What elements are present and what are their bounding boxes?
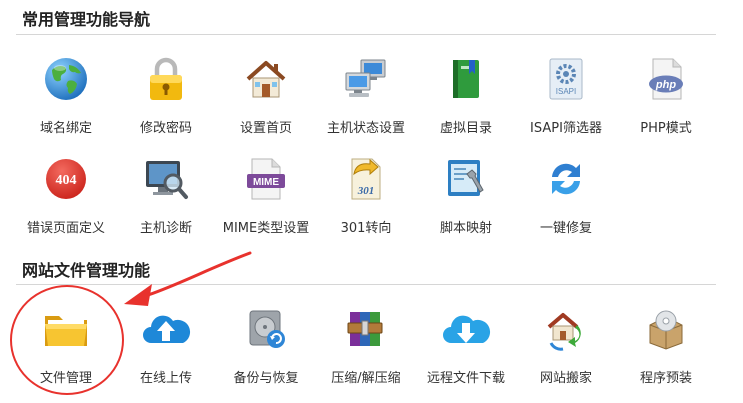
svg-text:php: php <box>655 79 676 91</box>
tile-label: MIME类型设置 <box>222 221 310 236</box>
section-title-common: 常用管理功能导航 <box>22 10 151 29</box>
tile-label: 网站搬家 <box>539 371 592 386</box>
function-row: 404 错误页面定义 主机诊断 MIME MIME类型设置 301 301转向 … <box>16 137 716 237</box>
tile-set-homepage[interactable]: 设置首页 <box>216 37 316 137</box>
tile-file-manager[interactable]: 文件管理 <box>16 287 116 387</box>
tile-label: PHP模式 <box>640 121 692 136</box>
green-book-icon <box>441 54 491 104</box>
tile-backup-restore[interactable]: 备份与恢复 <box>216 287 316 387</box>
tile-label: 301转向 <box>340 221 392 236</box>
tile-program-preinstall[interactable]: 程序预装 <box>616 287 716 387</box>
tile-label: ISAPI筛选器 <box>530 121 602 136</box>
folder-icon <box>41 304 91 354</box>
house-move-icon <box>541 304 591 354</box>
mime-document-icon: MIME <box>241 154 291 204</box>
tile-label: 程序预装 <box>639 371 692 386</box>
archive-books-icon <box>341 304 391 354</box>
tile-php-mode[interactable]: php PHP模式 <box>616 37 716 137</box>
svg-text:MIME: MIME <box>253 177 279 188</box>
tile-domain-binding[interactable]: 域名绑定 <box>16 37 116 137</box>
computers-icon <box>341 54 391 104</box>
tile-compress-extract[interactable]: 压缩/解压缩 <box>316 287 416 387</box>
refresh-arrows-icon <box>541 154 591 204</box>
tile-label: 一键修复 <box>539 221 592 236</box>
cloud-upload-icon <box>141 304 191 354</box>
section-title-files: 网站文件管理功能 <box>22 261 151 280</box>
tile-site-migration[interactable]: 网站搬家 <box>516 287 616 387</box>
tile-label: 设置首页 <box>239 121 292 136</box>
svg-text:ISAPI: ISAPI <box>556 87 576 96</box>
file-functions-grid: 文件管理 在线上传 备份与恢复 压缩/解压缩 远程文件下载 网站搬家 程序预装 <box>16 287 716 387</box>
globe-icon <box>41 54 91 104</box>
tile-one-click-repair[interactable]: 一键修复 <box>516 137 616 237</box>
disk-backup-icon <box>241 304 291 354</box>
tile-label: 在线上传 <box>139 371 192 386</box>
tile-change-password[interactable]: 修改密码 <box>116 37 216 137</box>
monitor-magnifier-icon <box>141 154 191 204</box>
tile-script-mapping[interactable]: 脚本映射 <box>416 137 516 237</box>
tile-error-pages[interactable]: 404 错误页面定义 <box>16 137 116 237</box>
svg-text:301: 301 <box>357 185 375 197</box>
tile-host-status[interactable]: 主机状态设置 <box>316 37 416 137</box>
section-divider <box>16 34 716 35</box>
tile-virtual-directory[interactable]: 虚拟目录 <box>416 37 516 137</box>
isapi-gear-icon: ISAPI <box>541 54 591 104</box>
redirect-301-icon: 301 <box>341 154 391 204</box>
box-disc-icon <box>641 304 691 354</box>
tile-isapi-filter[interactable]: ISAPI ISAPI筛选器 <box>516 37 616 137</box>
tile-label: 虚拟目录 <box>439 121 492 136</box>
tile-label: 备份与恢复 <box>233 371 299 386</box>
tile-label: 压缩/解压缩 <box>331 371 401 386</box>
common-functions-grid: 域名绑定 修改密码 设置首页 主机状态设置 虚拟目录 ISAPI ISAPI筛选… <box>16 37 716 237</box>
tile-label: 脚本映射 <box>439 221 492 236</box>
tile-label: 文件管理 <box>39 371 92 386</box>
error-404-icon: 404 <box>41 154 91 204</box>
tile-mime-types[interactable]: MIME MIME类型设置 <box>216 137 316 237</box>
script-wrench-icon <box>441 154 491 204</box>
tile-remote-download[interactable]: 远程文件下载 <box>416 287 516 387</box>
svg-text:404: 404 <box>56 173 77 188</box>
tile-host-diagnosis[interactable]: 主机诊断 <box>116 137 216 237</box>
padlock-icon <box>141 54 191 104</box>
tile-online-upload[interactable]: 在线上传 <box>116 287 216 387</box>
tile-label: 错误页面定义 <box>26 221 105 236</box>
cloud-download-icon <box>441 304 491 354</box>
tile-label: 主机诊断 <box>139 221 192 236</box>
tile-label: 主机状态设置 <box>326 121 405 136</box>
tile-label: 域名绑定 <box>39 121 92 136</box>
php-file-icon: php <box>641 54 691 104</box>
function-row: 域名绑定 修改密码 设置首页 主机状态设置 虚拟目录 ISAPI ISAPI筛选… <box>16 37 716 137</box>
house-icon <box>241 54 291 104</box>
tile-label: 远程文件下载 <box>426 371 505 386</box>
tile-301-redirect[interactable]: 301 301转向 <box>316 137 416 237</box>
section-divider <box>16 284 716 285</box>
function-row: 文件管理 在线上传 备份与恢复 压缩/解压缩 远程文件下载 网站搬家 程序预装 <box>16 287 716 387</box>
tile-label: 修改密码 <box>139 121 192 136</box>
